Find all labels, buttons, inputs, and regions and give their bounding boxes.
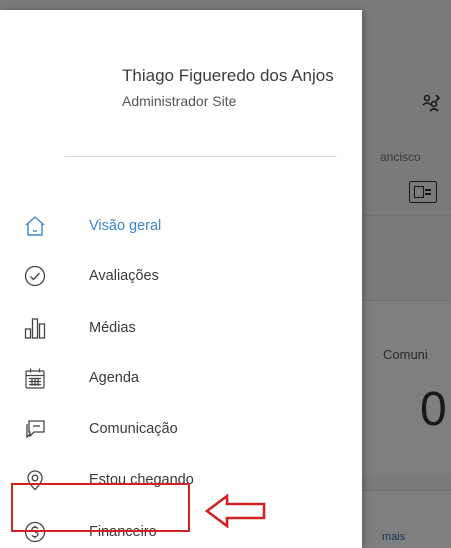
menu-item-medias[interactable]: Médias (0, 309, 362, 349)
divider (65, 156, 337, 157)
menu-label-visao-geral: Visão geral (89, 218, 162, 234)
bar-chart-icon (24, 317, 46, 339)
navigation-drawer: Thiago Figueredo dos Anjos Administrador… (0, 10, 362, 548)
user-name: Thiago Figueredo dos Anjos (122, 66, 334, 85)
menu-item-avaliacoes[interactable]: Avaliações (0, 257, 362, 297)
menu-item-comunicacao[interactable]: Comunicação (0, 410, 362, 450)
menu-label-avaliacoes: Avaliações (89, 268, 159, 284)
arrow-left-icon (205, 494, 267, 528)
user-role: Administrador Site (122, 93, 237, 109)
calendar-icon (24, 367, 46, 389)
check-circle-icon (24, 265, 46, 287)
menu-item-visao-geral[interactable]: Visão geral (0, 207, 362, 247)
menu-label-agenda: Agenda (89, 370, 139, 386)
highlight-box (11, 483, 190, 532)
menu-label-medias: Médias (89, 320, 136, 336)
menu-label-comunicacao: Comunicação (89, 421, 178, 437)
menu-item-agenda[interactable]: Agenda (0, 359, 362, 399)
home-icon (24, 215, 46, 237)
chat-icon (24, 418, 46, 440)
